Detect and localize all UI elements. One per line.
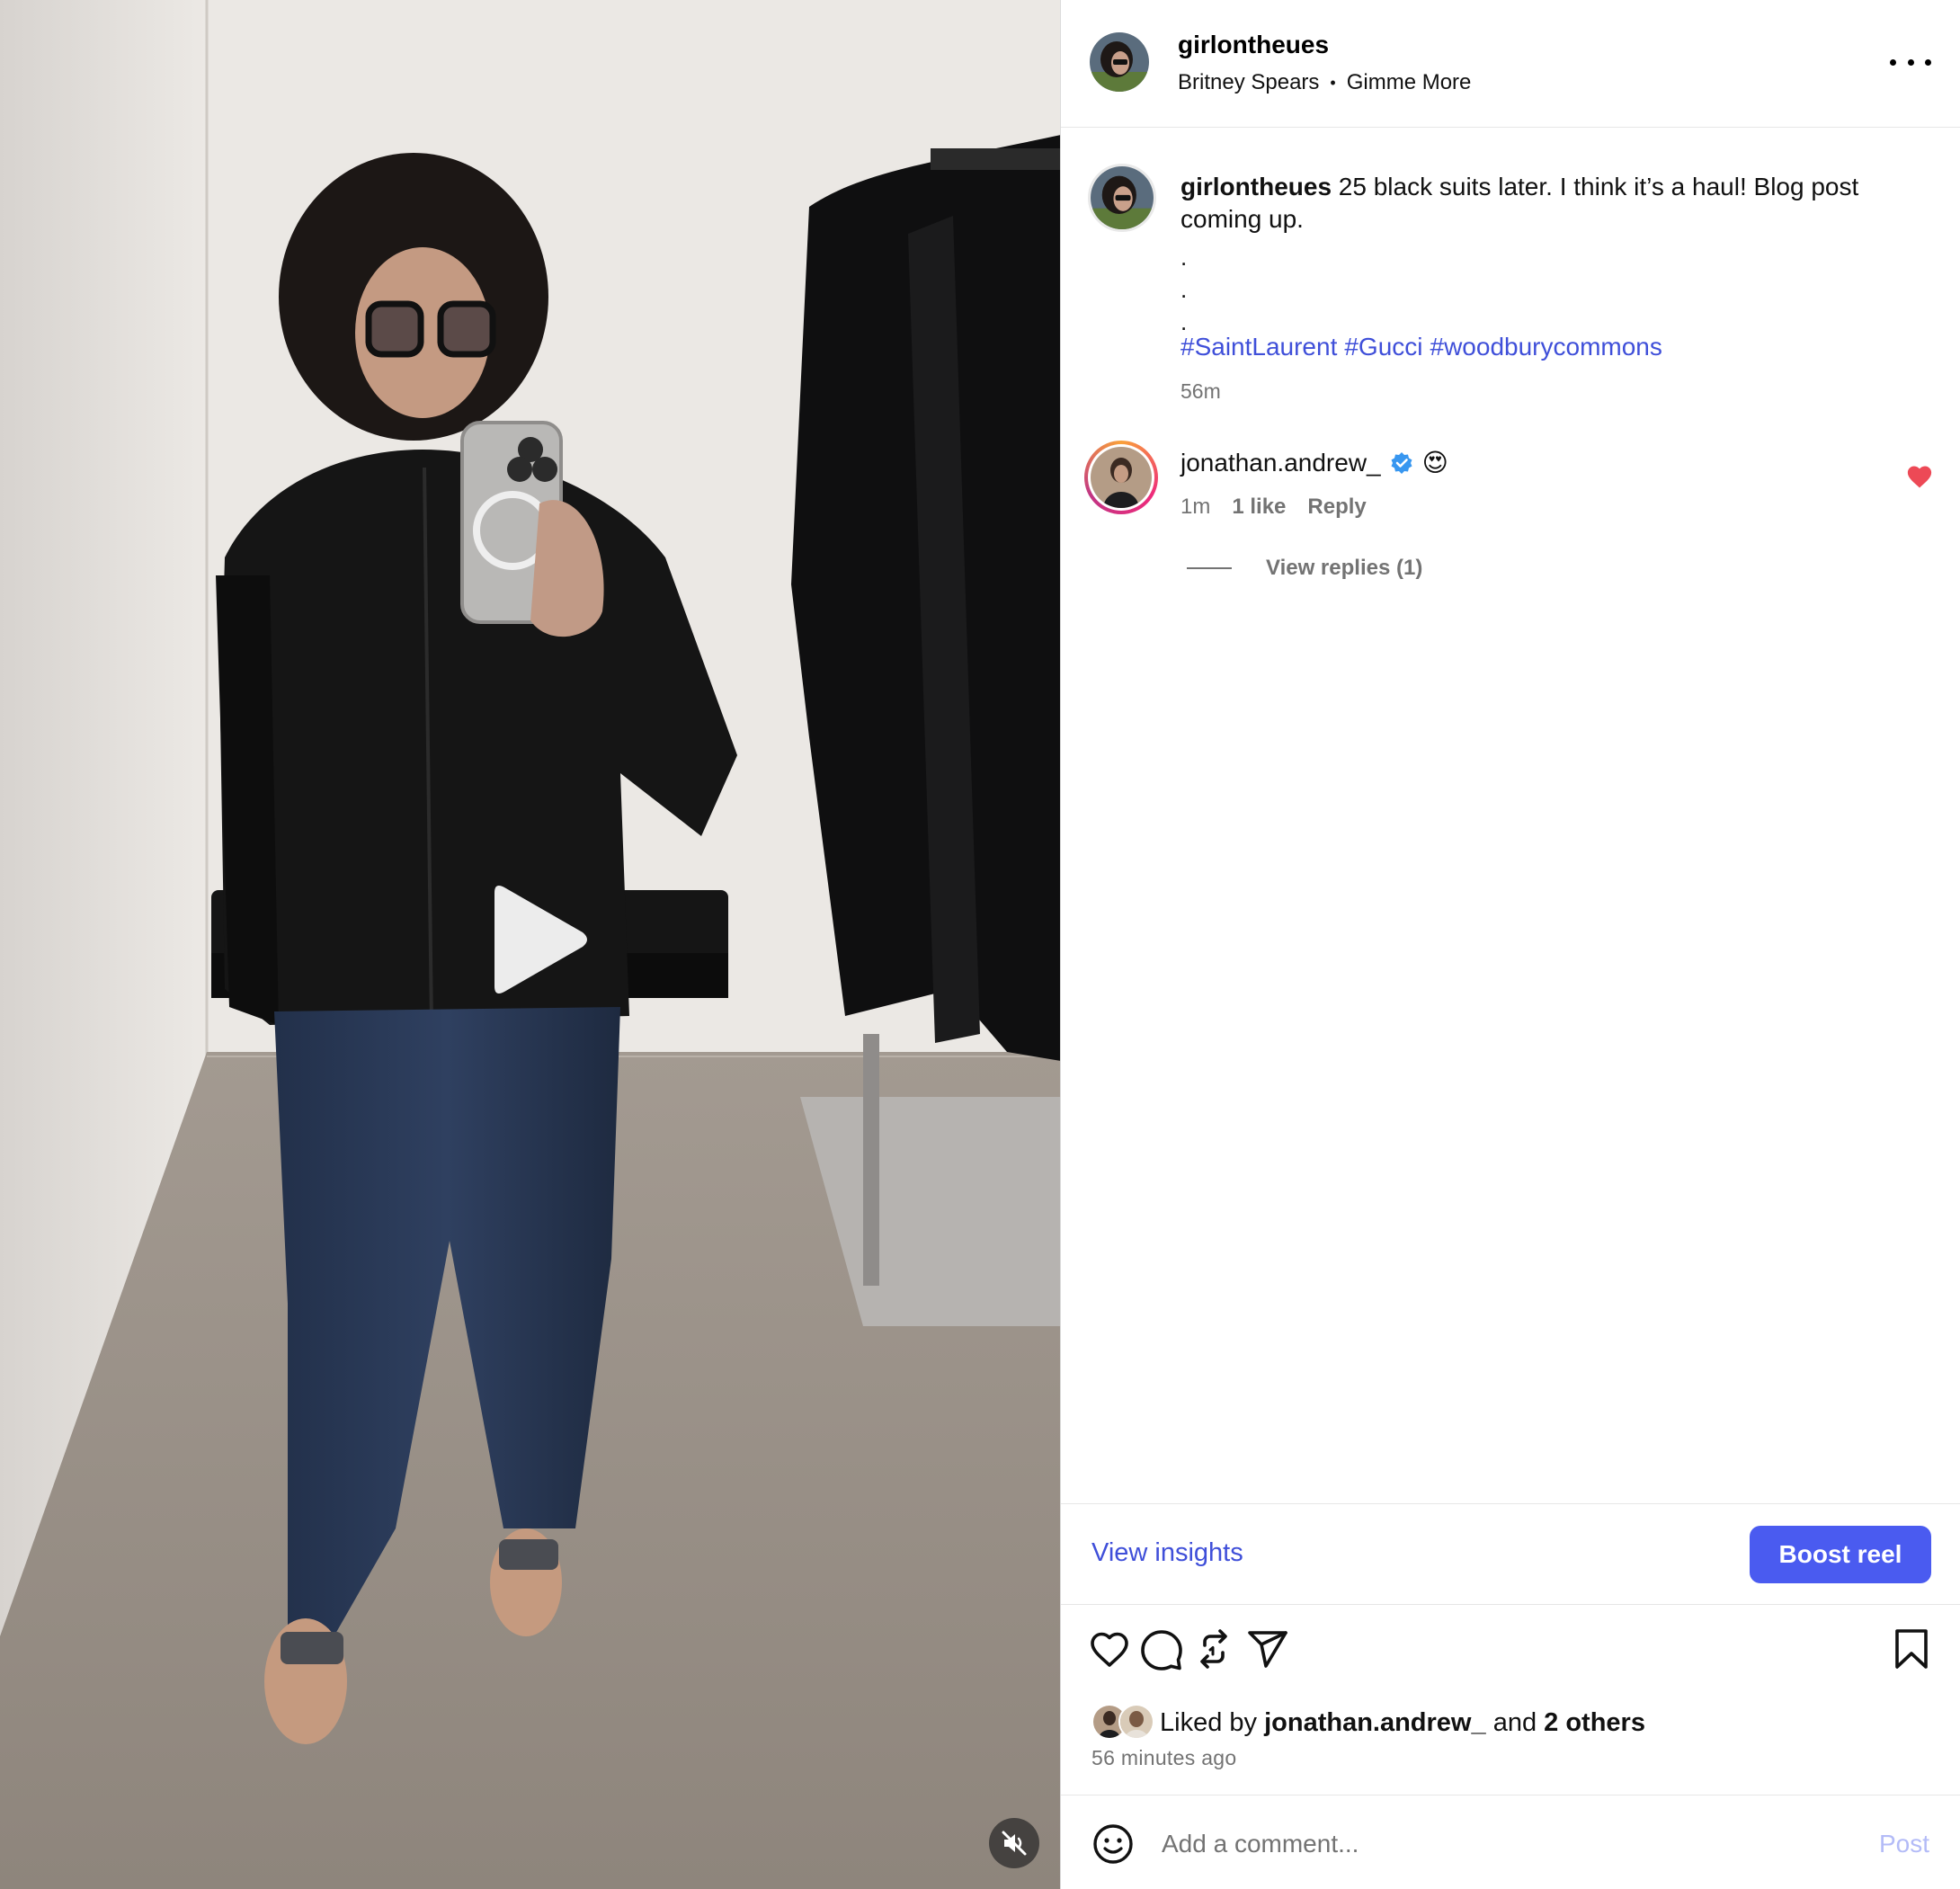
hashtag-link[interactable]: #Gucci bbox=[1344, 333, 1422, 361]
view-replies-button[interactable]: View replies (1) bbox=[1187, 556, 1422, 581]
caption-timestamp: 56m bbox=[1180, 379, 1221, 403]
liked-by-text: Liked by jonathan.andrew_ and 2 others bbox=[1160, 1707, 1645, 1737]
hashtag-link[interactable]: #woodburycommons bbox=[1430, 333, 1662, 361]
play-button[interactable] bbox=[477, 877, 593, 1002]
verified-badge-icon bbox=[1391, 451, 1412, 474]
audio-track: Gimme More bbox=[1346, 70, 1472, 94]
reel-video[interactable] bbox=[0, 0, 1061, 1889]
mute-toggle-button[interactable] bbox=[989, 1818, 1039, 1868]
post-side-panel: girlontheues Britney Spears • Gimme More… bbox=[1061, 0, 1960, 1889]
heart-icon[interactable] bbox=[1086, 1626, 1133, 1672]
view-insights-link[interactable]: View insights bbox=[1091, 1538, 1243, 1568]
emoji-icon[interactable] bbox=[1091, 1822, 1135, 1866]
more-options-icon[interactable] bbox=[1890, 49, 1931, 76]
reply-button[interactable]: Reply bbox=[1307, 495, 1366, 520]
audio-artist: Britney Spears bbox=[1178, 70, 1320, 94]
caption-avatar[interactable] bbox=[1088, 164, 1156, 232]
replies-line bbox=[1187, 567, 1232, 569]
boost-reel-button[interactable]: Boost reel bbox=[1750, 1526, 1931, 1583]
hashtags: #SaintLaurent #Gucci #woodburycommons bbox=[1180, 333, 1662, 361]
hashtag-link[interactable]: #SaintLaurent bbox=[1180, 333, 1337, 361]
comment-input[interactable] bbox=[1162, 1819, 1746, 1869]
comment-time: 1m bbox=[1180, 495, 1211, 519]
insights-bar: View insights Boost reel bbox=[1061, 1503, 1960, 1605]
commenter-avatar[interactable] bbox=[1084, 441, 1158, 514]
bookmark-icon[interactable] bbox=[1888, 1626, 1935, 1672]
comment-meta: 1m 1 like Reply bbox=[1180, 495, 1367, 520]
post-comment-button[interactable]: Post bbox=[1879, 1830, 1929, 1858]
caption-username[interactable]: girlontheues bbox=[1180, 173, 1332, 200]
repost-icon[interactable] bbox=[1190, 1626, 1237, 1672]
audio-attribution[interactable]: Britney Spears • Gimme More bbox=[1178, 70, 1471, 95]
caption-text: girlontheues 25 black suits later. I thi… bbox=[1180, 171, 1918, 236]
speaker-muted-icon bbox=[1002, 1831, 1027, 1856]
liked-by-summary: Liked by jonathan.andrew_ and 2 others bbox=[1091, 1704, 1645, 1742]
post-timestamp: 56 minutes ago bbox=[1091, 1746, 1237, 1769]
comment-likes[interactable]: 1 like bbox=[1232, 495, 1286, 520]
audio-separator: • bbox=[1330, 73, 1336, 92]
comment-like-heart-icon[interactable] bbox=[1906, 464, 1933, 489]
caption-dots: . . . bbox=[1180, 244, 1188, 335]
add-comment-bar: Post bbox=[1061, 1795, 1960, 1889]
commenter-username[interactable]: jonathan.andrew_ 😍 bbox=[1180, 448, 1448, 477]
comment-text: 😍 bbox=[1421, 449, 1448, 477]
post-header: girlontheues Britney Spears • Gimme More bbox=[1061, 0, 1960, 128]
author-username[interactable]: girlontheues bbox=[1178, 31, 1329, 59]
liked-by-others-link[interactable]: 2 others bbox=[1544, 1708, 1645, 1737]
comment-icon[interactable] bbox=[1138, 1626, 1185, 1672]
play-icon bbox=[494, 886, 587, 994]
liker-avatar bbox=[1118, 1704, 1154, 1740]
liked-by-user-link[interactable]: jonathan.andrew_ bbox=[1264, 1708, 1486, 1737]
share-icon[interactable] bbox=[1244, 1626, 1291, 1672]
action-bar bbox=[1061, 1626, 1960, 1680]
author-avatar[interactable] bbox=[1090, 32, 1149, 92]
liker-avatars[interactable] bbox=[1091, 1704, 1160, 1742]
